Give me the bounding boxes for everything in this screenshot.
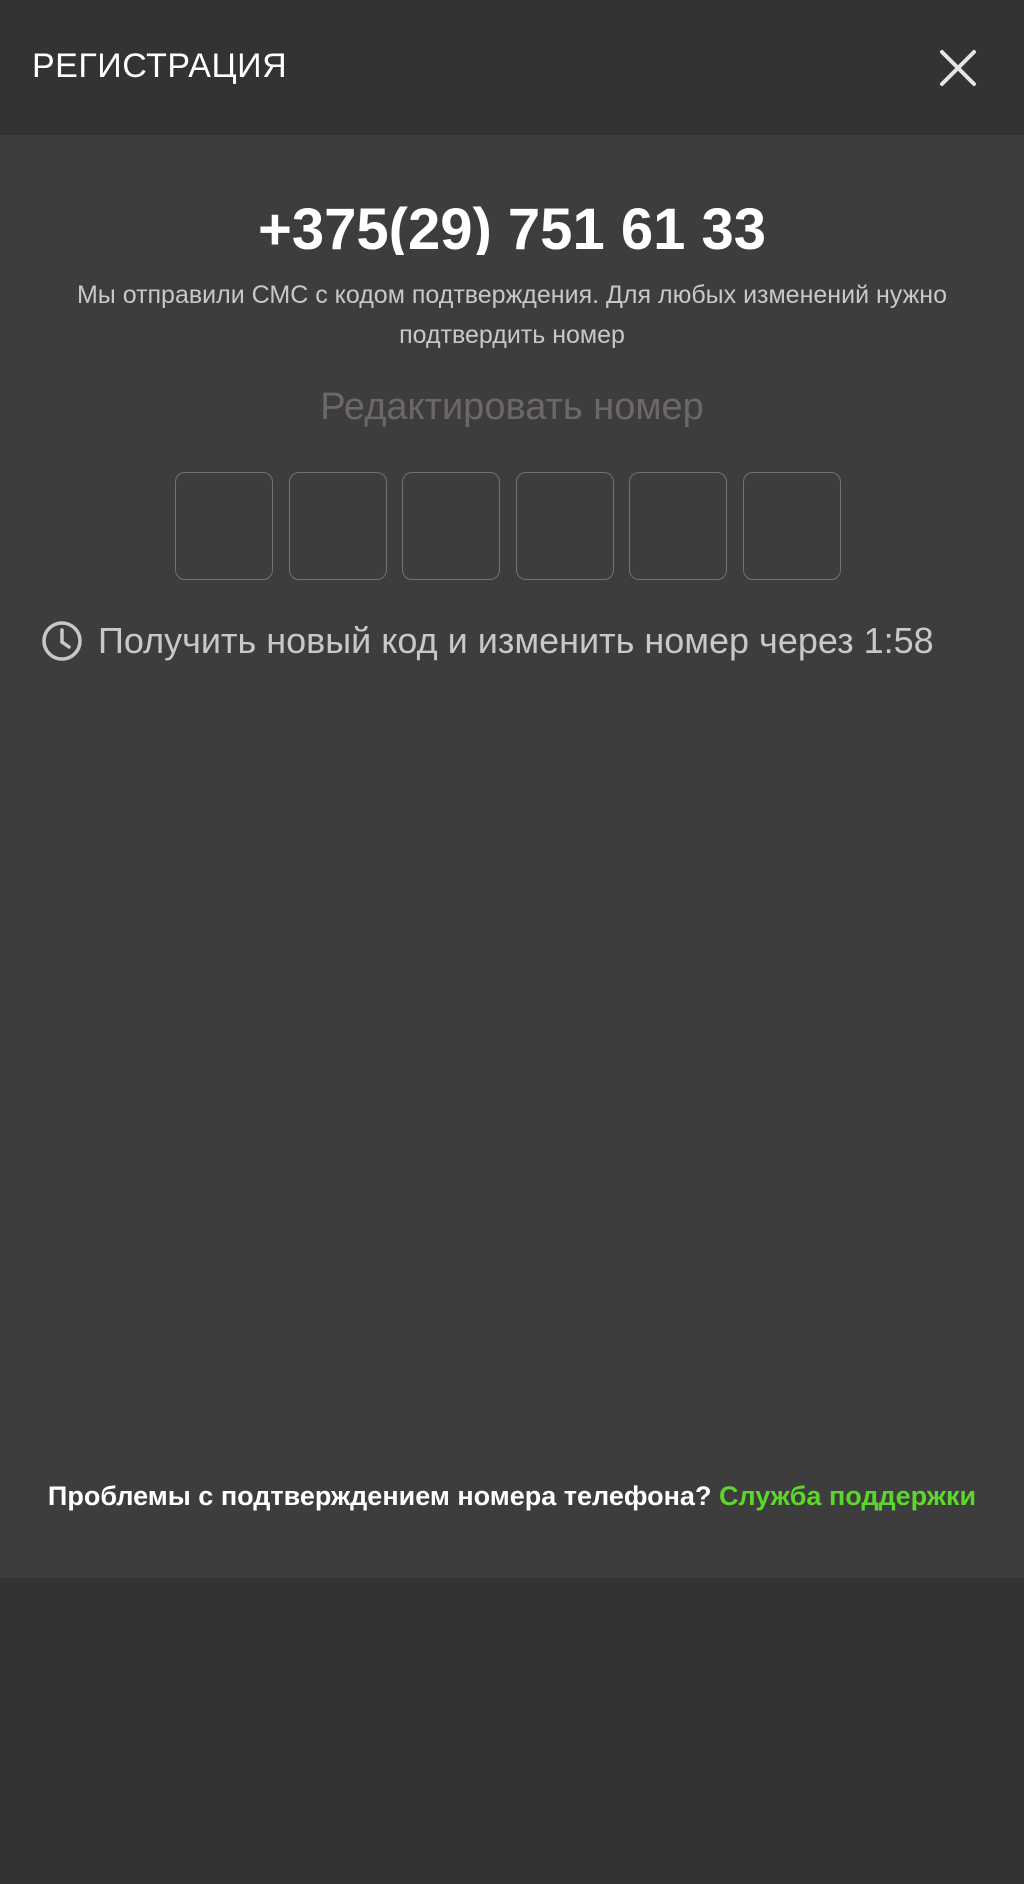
code-input-row: [175, 472, 841, 582]
code-digit-4[interactable]: [515, 472, 614, 580]
support-link[interactable]: Служба поддержки: [719, 1481, 976, 1511]
edit-number-link[interactable]: Редактировать номер: [0, 385, 1024, 429]
page-title: РЕГИСТРАЦИЯ: [32, 47, 288, 85]
sms-sent-description: Мы отправили СМС с кодом подтверждения. …: [76, 281, 948, 349]
close-button[interactable]: [932, 42, 984, 94]
resend-timer: Получить новый код и изменить номер чере…: [40, 615, 1000, 667]
header-bar: РЕГИСТРАЦИЯ: [0, 0, 1024, 135]
resend-timer-text: Получить новый код и изменить номер чере…: [98, 620, 934, 661]
phone-number: +375(29) 751 61 33: [0, 197, 1024, 263]
code-digit-3[interactable]: [402, 472, 501, 580]
close-icon: [940, 50, 976, 86]
clock-icon: [42, 621, 82, 661]
code-digit-5[interactable]: [629, 472, 728, 580]
code-digit-2[interactable]: [288, 472, 387, 580]
verification-panel: +375(29) 751 61 33 Мы отправили СМС с ко…: [0, 135, 1024, 1578]
support-line: Проблемы с подтверждением номера телефон…: [0, 1478, 1024, 1514]
code-digit-6[interactable]: [742, 472, 841, 580]
support-question: Проблемы с подтверждением номера телефон…: [47, 1481, 712, 1511]
code-digit-1[interactable]: [175, 472, 273, 580]
phone-number-text: +375(29) 751 61 33: [258, 197, 766, 255]
